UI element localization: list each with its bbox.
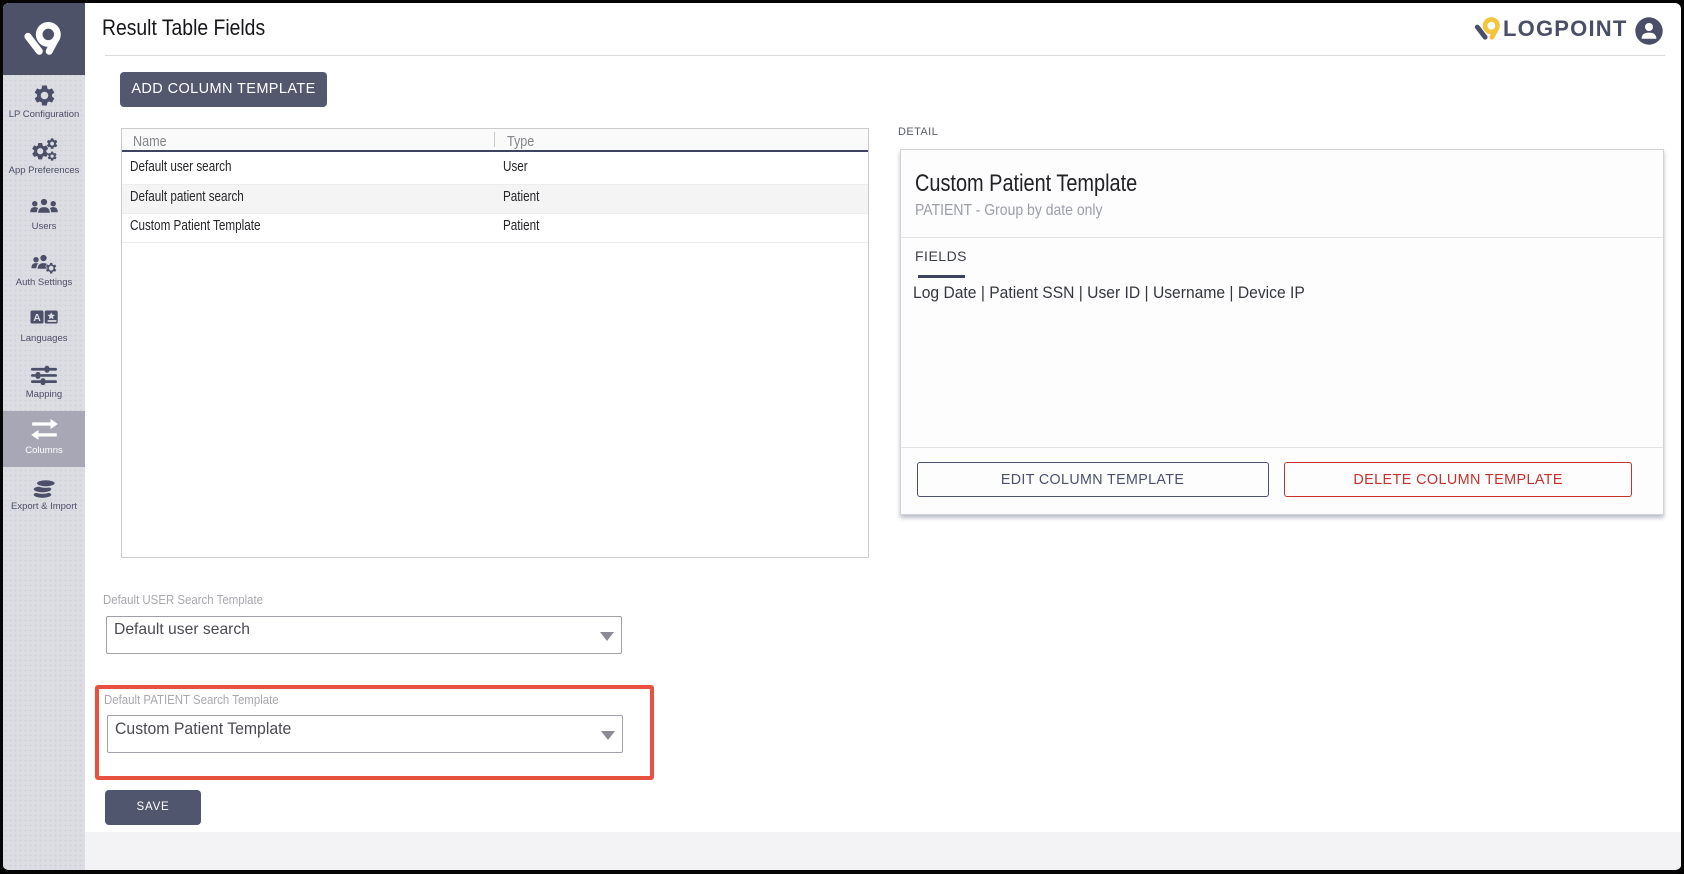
- svg-text:A: A: [33, 312, 41, 324]
